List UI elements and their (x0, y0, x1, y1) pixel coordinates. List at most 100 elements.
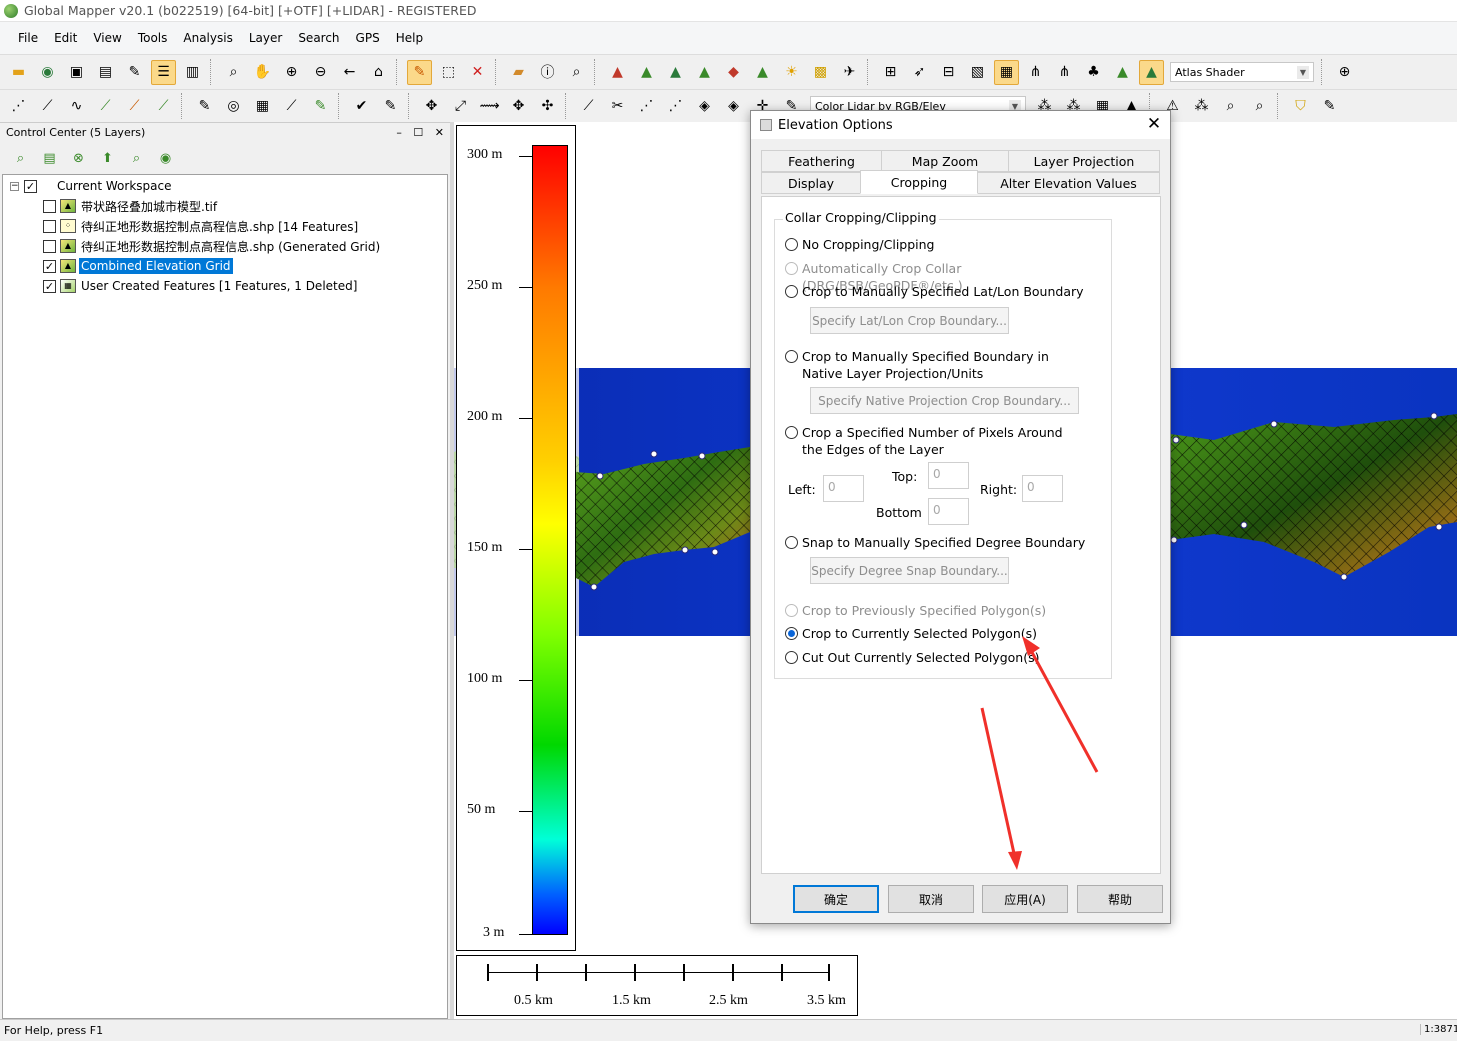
workspace-row[interactable]: − ✓ Current Workspace (10, 177, 173, 195)
create-curve-icon[interactable]: ∿ (64, 94, 89, 119)
layer-visibility-icon[interactable]: ◉ (153, 146, 178, 171)
measure-ruler-icon[interactable]: ▰ (506, 60, 531, 85)
apply-button[interactable]: 应用(A) (982, 885, 1068, 913)
lidar-icon[interactable]: ⋔ (1023, 60, 1048, 85)
select-rect-icon[interactable]: ⬚ (436, 60, 461, 85)
layer-row[interactable]: ✓ ▲ Combined Elevation Grid (43, 257, 233, 275)
create-brush-icon[interactable]: ⟋ (122, 94, 147, 119)
line-tool-icon[interactable]: ⟋ (279, 94, 304, 119)
overview-icon[interactable]: ▥ (180, 60, 205, 85)
edit-vertex-icon[interactable]: ✎ (192, 94, 217, 119)
layer-remove-icon[interactable]: ⊗ (66, 146, 91, 171)
create-area-icon[interactable]: ⟋ (93, 94, 118, 119)
info-icon[interactable]: ⓘ (535, 60, 560, 85)
lidar-stats-icon[interactable]: ⌕ (1247, 94, 1272, 119)
close-icon[interactable]: ✕ (435, 126, 444, 139)
config-icon[interactable]: ▤ (93, 60, 118, 85)
grid-shader-icon[interactable]: ▦ (994, 59, 1019, 85)
radio-button[interactable] (785, 350, 798, 363)
specify-degree-snap-button[interactable]: Specify Degree Snap Boundary... (810, 557, 1009, 584)
lidar-noise-icon[interactable]: ⁂ (1189, 94, 1214, 119)
vertex-edit-icon[interactable]: ⟋ (576, 94, 601, 119)
menu-view[interactable]: View (85, 31, 129, 45)
radio-snap-degree[interactable]: Snap to Manually Specified Degree Bounda… (785, 534, 1085, 551)
web-globe-icon[interactable]: ⊕ (1332, 60, 1357, 85)
layer-row[interactable]: ⁘ 待纠正地形数据控制点高程信息.shp [14 Features] (43, 217, 360, 235)
open-folder-icon[interactable]: ▬ (6, 60, 31, 85)
grid-tool-icon[interactable]: ▦ (250, 94, 275, 119)
feature-info-icon[interactable]: ⌕ (564, 60, 589, 85)
lidar-building-icon[interactable]: ▲ (1110, 60, 1135, 85)
radio-button-selected[interactable] (785, 627, 798, 640)
split-icon[interactable]: ✣ (535, 94, 560, 119)
layer-checkbox[interactable] (43, 199, 56, 213)
tab-map-zoom[interactable]: Map Zoom (881, 150, 1009, 172)
edit-lidar-icon[interactable]: ✎ (1317, 94, 1342, 119)
route-icon[interactable]: ➶ (907, 60, 932, 85)
viewshed-icon[interactable]: ◆ (721, 60, 746, 85)
top-pixels-field[interactable]: 0 (928, 462, 969, 489)
specify-native-button[interactable]: Specify Native Projection Crop Boundary.… (810, 387, 1079, 414)
radio-cutout-polygon[interactable]: Cut Out Currently Selected Polygon(s) (785, 649, 1040, 666)
layer-image-icon[interactable]: ▩ (808, 60, 833, 85)
layer-checkbox[interactable]: ✓ (43, 279, 56, 293)
menu-file[interactable]: File (10, 31, 46, 45)
ok-button[interactable]: 确定 (793, 885, 879, 913)
cancel-button[interactable]: 取消 (888, 885, 974, 913)
minimize-icon[interactable]: – (396, 126, 402, 139)
target-icon[interactable]: ◎ (221, 94, 246, 119)
digitizer-pencil-icon[interactable]: ✎ (407, 59, 432, 85)
gps-satellite-icon[interactable]: ✈ (837, 60, 862, 85)
bottom-pixels-field[interactable]: 0 (928, 498, 969, 525)
path-profile-icon[interactable]: ⊟ (936, 60, 961, 85)
zoom-in-icon[interactable]: ⊕ (279, 60, 304, 85)
menu-search[interactable]: Search (290, 31, 347, 45)
help-button[interactable]: 帮助 (1077, 885, 1163, 913)
maximize-icon[interactable]: ☐ (413, 126, 423, 139)
menu-tools[interactable]: Tools (130, 31, 176, 45)
tab-alter-elevation[interactable]: Alter Elevation Values (977, 172, 1160, 194)
merge-icon[interactable]: ◈ (721, 94, 746, 119)
layer-checkbox[interactable] (43, 219, 56, 233)
tab-display[interactable]: Display (761, 172, 861, 194)
tab-feathering[interactable]: Feathering (761, 150, 882, 172)
edit-attr-icon[interactable]: ✎ (378, 94, 403, 119)
lidar-classify-icon[interactable]: ⋔ (1052, 60, 1077, 85)
radio-native-crop[interactable]: Crop to Manually Specified Boundary in N… (785, 348, 1085, 382)
radio-button[interactable] (785, 536, 798, 549)
layer-move-icon[interactable]: ⬆ (95, 146, 120, 171)
zoom-select-icon[interactable]: ⌕ (221, 60, 246, 85)
radio-latlon-crop[interactable]: Crop to Manually Specified Lat/Lon Bound… (785, 283, 1084, 300)
pan-hand-icon[interactable]: ✋ (250, 60, 275, 85)
menu-analysis[interactable]: Analysis (175, 31, 240, 45)
check-icon[interactable]: ✔ (349, 94, 374, 119)
terrain-icon[interactable]: ▲ (605, 60, 630, 85)
layer-row[interactable]: ▲ 带状路径叠加城市模型.tif (43, 197, 219, 215)
layer-add-icon[interactable]: ▤ (37, 146, 62, 171)
close-icon[interactable]: ✕ (1144, 114, 1164, 134)
area-fill-icon[interactable]: ✎ (308, 94, 333, 119)
left-pixels-field[interactable]: 0 (823, 475, 864, 502)
node-icon[interactable]: ⋰ (634, 94, 659, 119)
radio-current-polygon[interactable]: Crop to Currently Selected Polygon(s) (785, 625, 1037, 642)
back-arrow-icon[interactable]: ← (337, 60, 362, 85)
menu-layer[interactable]: Layer (241, 31, 290, 45)
rotate-icon[interactable]: ⤢ (448, 94, 473, 119)
lidar-search-icon[interactable]: ⌕ (1218, 94, 1243, 119)
globe-icon[interactable]: ◉ (35, 60, 60, 85)
zoom-out-icon[interactable]: ⊖ (308, 60, 333, 85)
radio-pixel-crop[interactable]: Crop a Specified Number of Pixels Around… (785, 424, 1085, 458)
layer-row[interactable]: ▲ 待纠正地形数据控制点高程信息.shp (Generated Grid) (43, 237, 382, 255)
right-pixels-field[interactable]: 0 (1022, 475, 1063, 502)
create-marker-icon[interactable]: ⟋ (151, 94, 176, 119)
workspace-checkbox[interactable]: ✓ (24, 179, 37, 193)
control-center-icon[interactable]: ☰ (151, 59, 176, 85)
contour-icon[interactable]: ▲ (663, 60, 688, 85)
tab-layer-projection[interactable]: Layer Projection (1008, 150, 1160, 172)
menu-gps[interactable]: GPS (348, 31, 388, 45)
specify-latlon-button[interactable]: Specify Lat/Lon Crop Boundary... (810, 307, 1009, 334)
move-icon[interactable]: ✥ (419, 94, 444, 119)
delete-x-icon[interactable]: ✕ (465, 60, 490, 85)
layer-checkbox[interactable]: ✓ (43, 259, 56, 273)
create-point-icon[interactable]: ⋰ (6, 94, 31, 119)
